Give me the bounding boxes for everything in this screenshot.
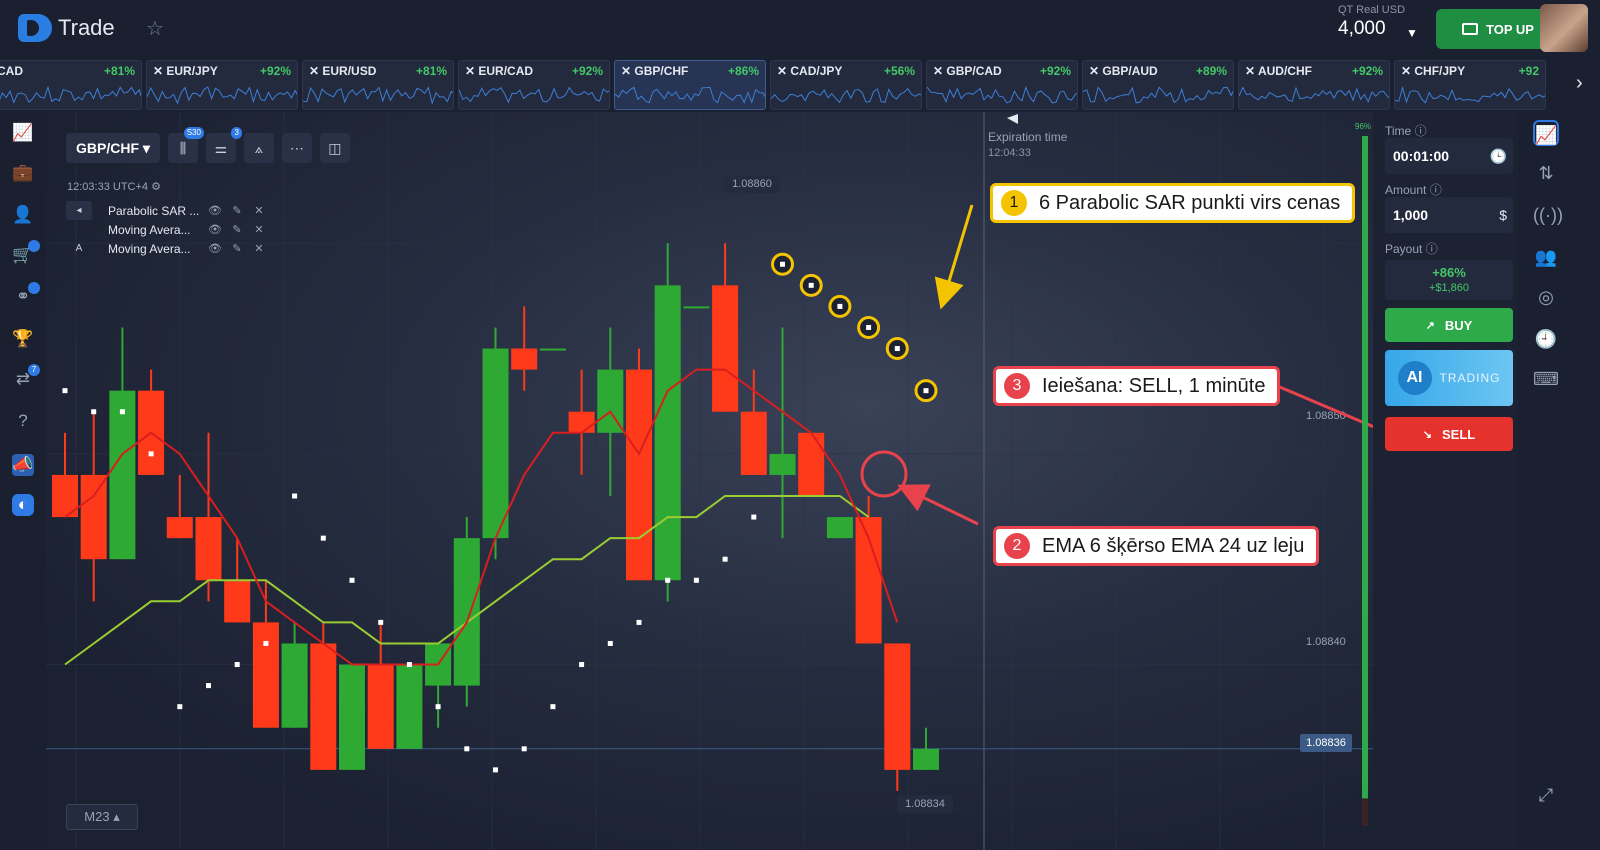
time-input[interactable]: 00:01:00 🕒 (1385, 138, 1513, 174)
payout-bar-percent: 96% (1355, 122, 1372, 131)
callout-2: 2 EMA 6 šķērso EMA 24 uz leju (993, 526, 1320, 566)
fullscreen-icon[interactable]: ⤢ (1533, 782, 1559, 808)
buy-label: BUY (1444, 317, 1473, 333)
callout-text: EMA 6 šķērso EMA 24 uz leju (1042, 534, 1305, 557)
trades-chart-icon[interactable]: 📈 (1533, 120, 1559, 146)
callout-1-arrow (934, 204, 974, 310)
callout-1: 1 6 Parabolic SAR punkti virs cenas (990, 183, 1356, 223)
target-icon[interactable]: ◎ (1533, 284, 1559, 310)
clock-icon[interactable]: 🕒 (1490, 138, 1507, 174)
callout-3: 3 Ieiešana: SELL, 1 minūte (993, 366, 1281, 406)
right-icon-bar: 📈 ⇅ ((·)) 👥 ◎ 🕘 ⌨ ⤢ (1518, 112, 1600, 850)
sell-label: SELL (1441, 426, 1476, 442)
crossover-highlight (860, 450, 908, 498)
payout-bar-fill (1362, 136, 1368, 799)
payout-amount: +$1,860 (1428, 282, 1470, 294)
ai-trading-button[interactable]: AI TRADING (1385, 350, 1513, 406)
payout-bar (1362, 136, 1368, 826)
payout-label: Payout ⓘ (1385, 242, 1438, 256)
callout-text: Ieiešana: SELL, 1 minūte (1042, 374, 1266, 397)
time-label: Time ⓘ (1385, 124, 1427, 138)
trade-panel: Time ⓘ 00:01:00 🕒 Amount ⓘ 1,000 $ Payout … (1373, 112, 1518, 850)
callout-2-arrow (897, 484, 979, 526)
keyboard-icon[interactable]: ⌨ (1533, 366, 1559, 392)
amount-label: Amount ⓘ (1385, 183, 1442, 197)
payout-label-text: Payout (1385, 242, 1423, 256)
payout-percent: +86% (1432, 265, 1466, 280)
callout-number: 1 (1001, 190, 1027, 216)
sell-button[interactable]: ↘ SELL (1385, 417, 1513, 451)
amount-input[interactable]: 1,000 $ (1385, 197, 1513, 233)
amount-label-text: Amount (1385, 183, 1427, 197)
users-icon[interactable]: 👥 (1533, 244, 1559, 270)
payout-display: +86% +$1,860 (1385, 260, 1513, 300)
expiration-flag-icon (1007, 114, 1018, 124)
time-label-text: Time (1385, 124, 1412, 138)
arrow-down-right-icon: ↘ (1422, 428, 1432, 441)
sort-arrows-icon[interactable]: ⇅ (1533, 160, 1559, 186)
callout-number: 3 (1004, 373, 1030, 399)
callout-text: 6 Parabolic SAR punkti virs cenas (1039, 191, 1341, 214)
signal-icon[interactable]: ((·)) (1533, 202, 1563, 228)
ai-logo-icon: AI (1397, 361, 1432, 395)
history-icon[interactable]: 🕘 (1533, 326, 1559, 352)
dollar-icon[interactable]: $ (1499, 197, 1507, 233)
amount-value: 1,000 (1393, 207, 1429, 223)
time-value: 00:01:00 (1393, 148, 1450, 164)
buy-button[interactable]: ↗ BUY (1385, 308, 1513, 342)
arrow-up-right-icon: ↗ (1425, 319, 1435, 332)
ai-trading-label: TRADING (1439, 371, 1501, 385)
callout-number: 2 (1004, 533, 1030, 559)
